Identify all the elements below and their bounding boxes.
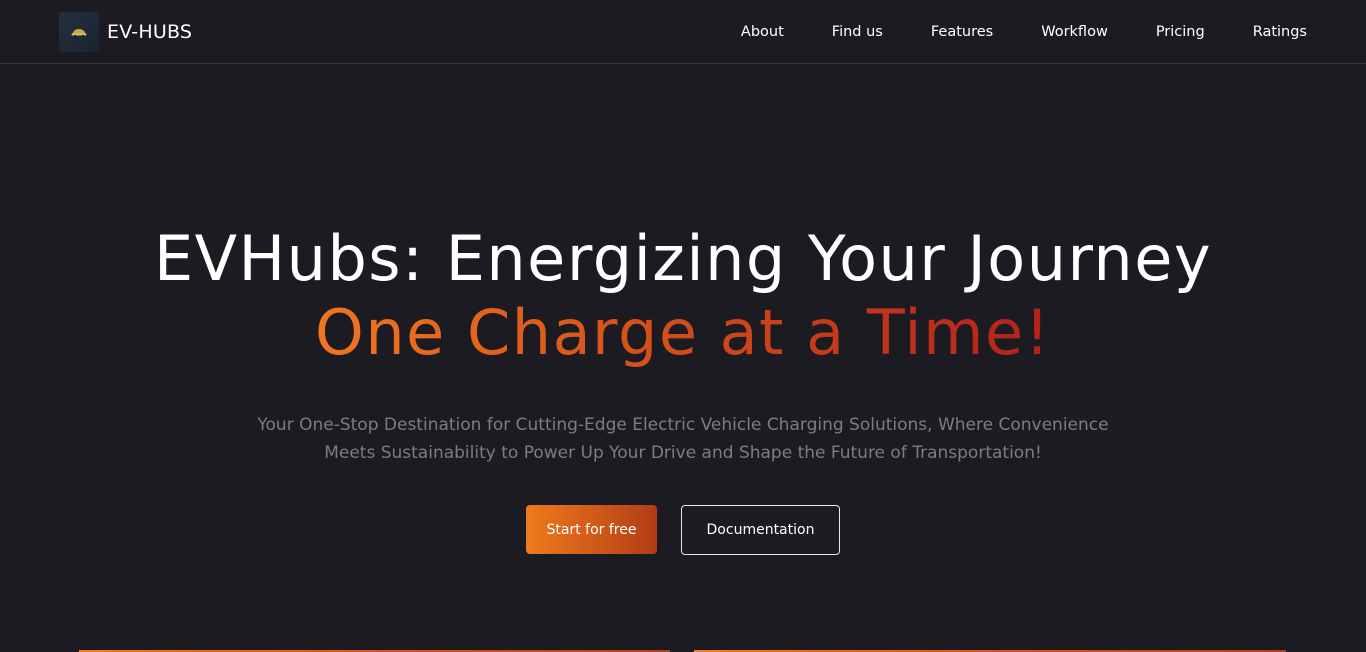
nav-link-workflow[interactable]: Workflow [1041,24,1108,40]
brand-home-link[interactable]: EV-HUBS [59,12,192,52]
documentation-button[interactable]: Documentation [681,505,840,555]
nav-link-about[interactable]: About [741,24,784,40]
hero-title-line-2: One Charge at a Time! [315,296,1051,369]
top-navbar: EV-HUBS About Find us Features Workflow … [0,0,1366,64]
nav-link-find-us[interactable]: Find us [832,24,883,40]
nav-link-pricing[interactable]: Pricing [1156,24,1205,40]
landing-page: EV-HUBS About Find us Features Workflow … [0,0,1366,652]
nav-link-ratings[interactable]: Ratings [1253,24,1307,40]
hero-subtitle: Your One-Stop Destination for Cutting-Ed… [257,415,1109,463]
main-nav: About Find us Features Workflow Pricing … [741,0,1307,64]
hero-title-line-1: EVHubs: Energizing Your Journey [153,222,1213,295]
ev-car-logo-icon [59,12,99,52]
start-for-free-button[interactable]: Start for free [526,505,657,554]
nav-link-features[interactable]: Features [931,24,993,40]
hero-title: EVHubs: Energizing Your Journey One Char… [0,222,1366,370]
brand-name: EV-HUBS [107,21,193,43]
